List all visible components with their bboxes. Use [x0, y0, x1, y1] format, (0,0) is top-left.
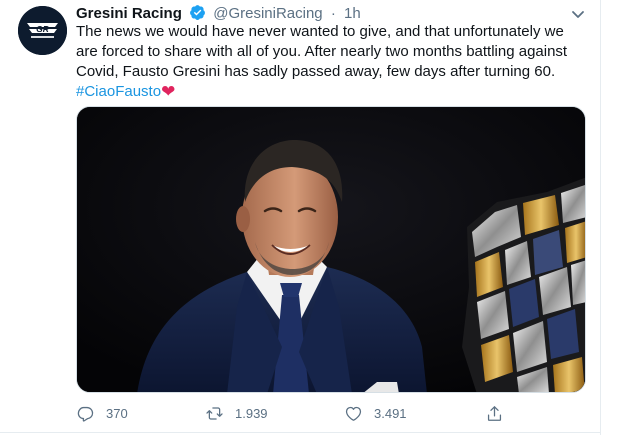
share-icon: [487, 405, 502, 421]
tweet-photo[interactable]: [76, 106, 586, 393]
hashtag-link[interactable]: #CiaoFausto: [76, 83, 161, 100]
retweet-icon: [206, 406, 223, 420]
heart-emoji: ❤: [161, 82, 176, 101]
header-separator: ·: [330, 5, 336, 22]
tweet-text-line: are forced to share with all of you. Aft…: [76, 43, 568, 60]
author-name[interactable]: Gresini Racing: [76, 5, 182, 22]
like-count: 3.491: [374, 405, 407, 421]
share-button[interactable]: [485, 398, 504, 428]
reply-count: 370: [106, 405, 128, 421]
reply-icon: [77, 406, 94, 422]
tweet[interactable]: GR Gresini Racing @GresiniRacing · 1h Th…: [0, 0, 627, 435]
reply-button[interactable]: 370: [76, 398, 128, 428]
gresini-racing-logo-icon: GR: [18, 6, 67, 55]
retweet-count: 1.939: [235, 405, 268, 421]
like-icon: [345, 406, 362, 421]
avatar[interactable]: GR: [18, 6, 67, 55]
avatar-logo-text: GR: [36, 24, 50, 34]
tweet-text-line: Covid, Fausto Gresini has sadly passed a…: [76, 63, 556, 80]
timeline-border: [600, 0, 601, 435]
tweet-divider: [0, 432, 600, 433]
photo-image: [77, 107, 585, 392]
tweet-text: The news we would have never wanted to g…: [76, 22, 586, 102]
retweet-button[interactable]: 1.939: [205, 398, 268, 428]
tweet-actions: 370 1.939 3.491: [76, 398, 586, 428]
tweet-header: Gresini Racing @GresiniRacing · 1h: [76, 4, 361, 24]
tweet-timestamp[interactable]: 1h: [344, 5, 361, 22]
tweet-text-line: The news we would have never wanted to g…: [76, 23, 564, 40]
author-handle[interactable]: @GresiniRacing: [213, 5, 322, 22]
like-button[interactable]: 3.491: [344, 398, 407, 428]
